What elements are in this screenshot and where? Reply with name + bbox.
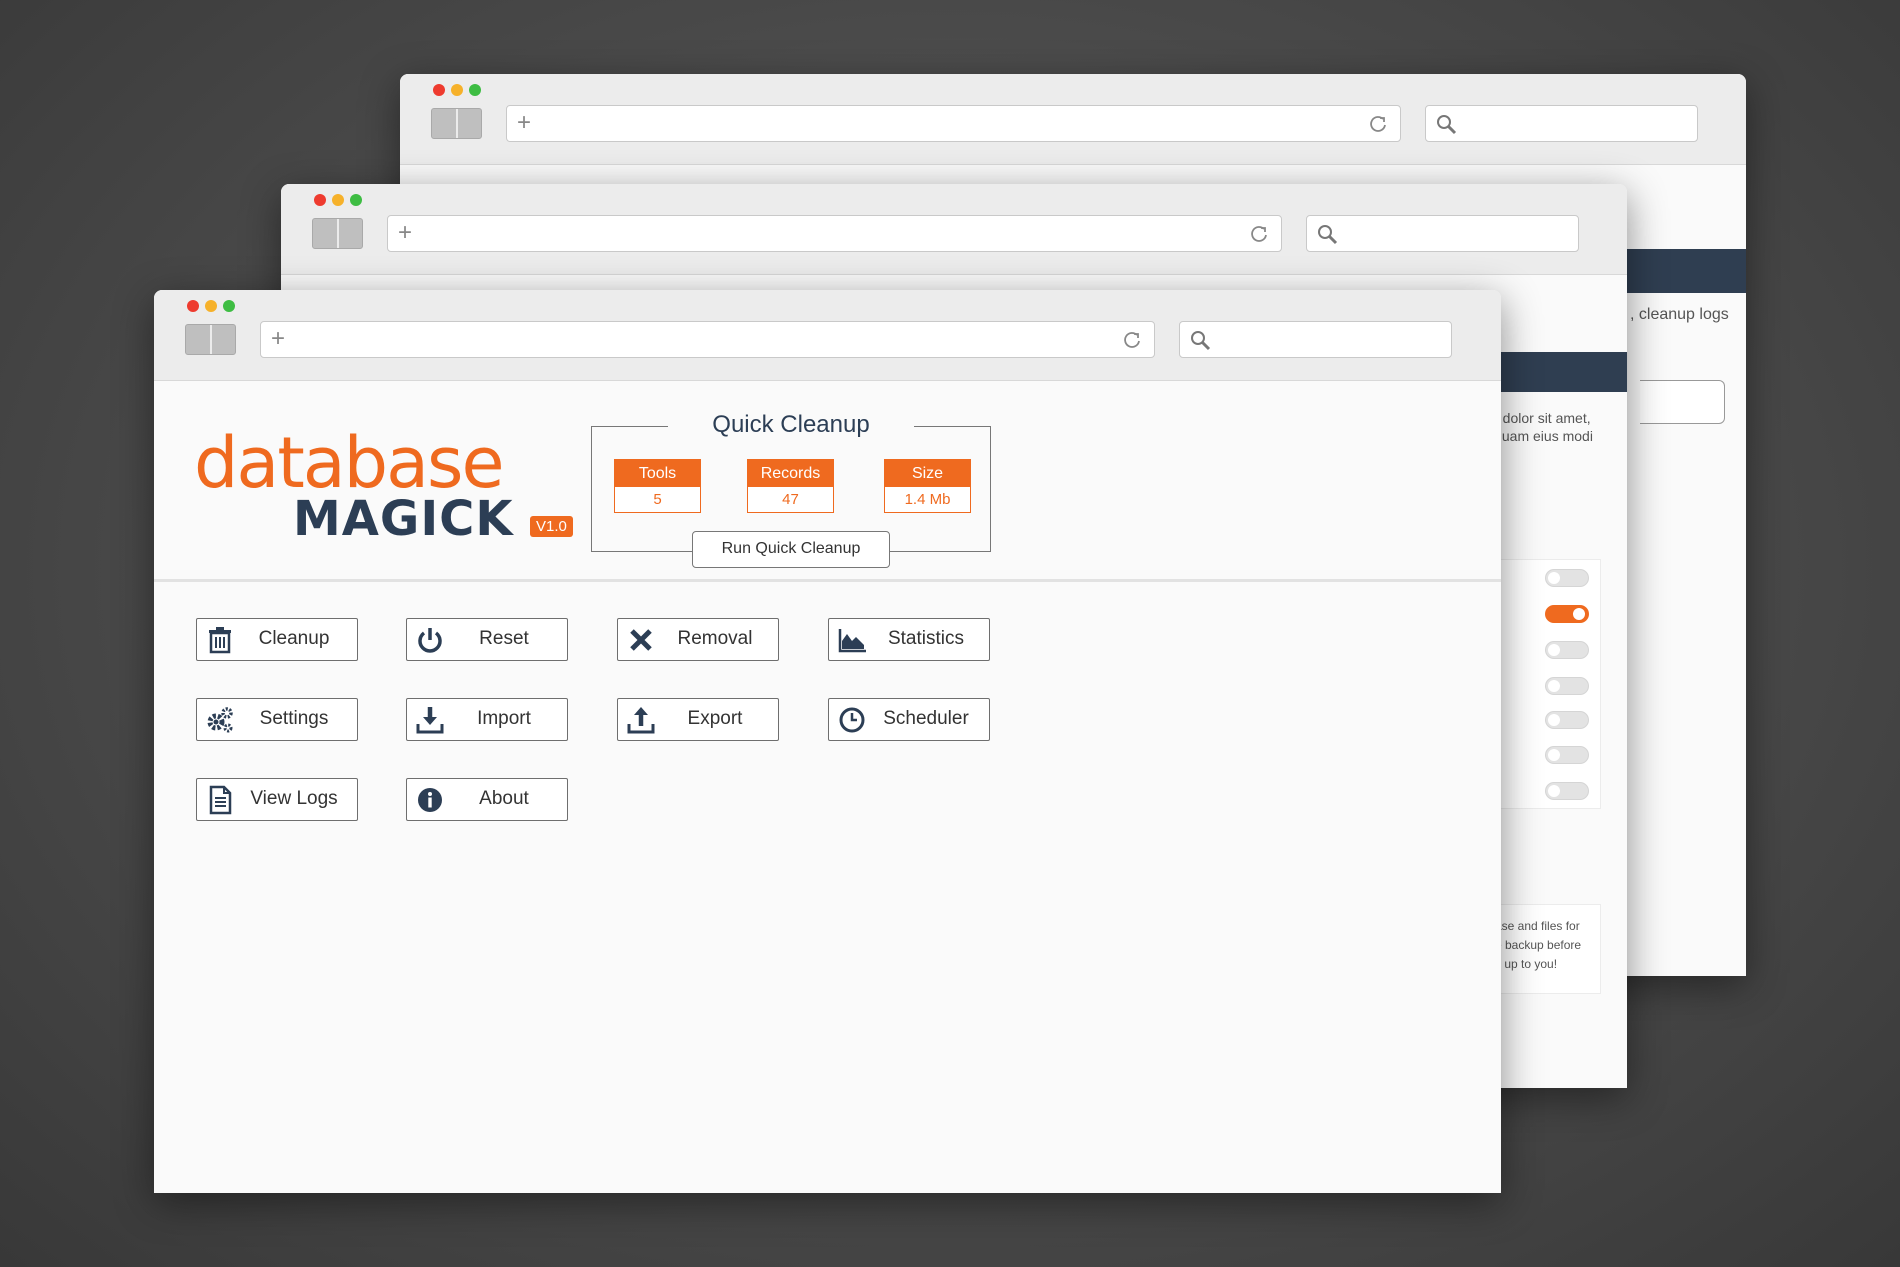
- toggle-switch[interactable]: [1545, 782, 1589, 800]
- stat-tools: Tools 5: [614, 459, 701, 513]
- stat-label: Tools: [615, 460, 700, 487]
- toggle-switch[interactable]: [1545, 677, 1589, 695]
- search-icon: [1191, 331, 1211, 351]
- logo-word-magick: MAGICK: [293, 491, 514, 547]
- download-icon: [416, 707, 444, 734]
- maximize-dot[interactable]: [350, 194, 362, 206]
- new-tab-icon[interactable]: +: [398, 220, 412, 246]
- button-label: Reset: [479, 628, 529, 649]
- scheduler-button[interactable]: Scheduler: [828, 698, 990, 741]
- button-label: Settings: [259, 708, 329, 729]
- gears-icon: [207, 707, 233, 733]
- partial-text: a dolor sit amet,: [1491, 410, 1591, 426]
- maximize-dot[interactable]: [469, 84, 481, 96]
- toggle-switch[interactable]: [1545, 569, 1589, 587]
- search-field[interactable]: [1179, 321, 1452, 358]
- app-content: database MAGICK V1.0 Quick Cleanup Tools…: [154, 381, 1501, 1193]
- browser-toolbar: +: [281, 184, 1627, 275]
- stat-records: Records 47: [747, 459, 834, 513]
- stat-label: Records: [748, 460, 833, 487]
- sidebar-toggle-button[interactable]: [431, 108, 482, 139]
- sidebar-toggle-button[interactable]: [312, 218, 363, 249]
- partial-text: , cleanup logs: [1630, 306, 1729, 323]
- maximize-dot[interactable]: [223, 300, 235, 312]
- about-button[interactable]: About: [406, 778, 568, 821]
- partial-text: ase and files for: [1495, 919, 1580, 933]
- version-badge: V1.0: [530, 516, 573, 537]
- app-logo: database MAGICK V1.0: [194, 423, 573, 553]
- button-label: Scheduler: [883, 708, 969, 729]
- reload-icon[interactable]: [1249, 224, 1269, 244]
- minimize-dot[interactable]: [451, 84, 463, 96]
- run-quick-cleanup-button[interactable]: Run Quick Cleanup: [692, 531, 890, 568]
- reload-icon[interactable]: [1122, 330, 1142, 350]
- close-dot[interactable]: [187, 300, 199, 312]
- stat-value: 47: [748, 487, 833, 512]
- partial-text: s up to you!: [1495, 957, 1558, 971]
- new-tab-icon[interactable]: +: [271, 326, 285, 352]
- new-tab-icon[interactable]: +: [517, 110, 531, 136]
- export-button[interactable]: Export: [617, 698, 779, 741]
- clock-icon: [839, 707, 865, 733]
- trash-icon: [209, 627, 231, 654]
- button-label: View Logs: [250, 788, 338, 809]
- reset-button[interactable]: Reset: [406, 618, 568, 661]
- toggle-switch[interactable]: [1545, 711, 1589, 729]
- view-logs-button[interactable]: View Logs: [196, 778, 358, 821]
- search-icon: [1318, 225, 1338, 245]
- stat-label: Size: [885, 460, 970, 487]
- stat-value: 5: [615, 487, 700, 512]
- quick-cleanup-title: Quick Cleanup: [668, 409, 914, 441]
- x-icon: [630, 629, 652, 651]
- document-icon: [209, 785, 232, 815]
- search-icon: [1437, 115, 1457, 135]
- button-label: Removal: [677, 628, 753, 649]
- address-bar[interactable]: +: [387, 215, 1282, 252]
- address-bar[interactable]: +: [506, 105, 1401, 142]
- statistics-button[interactable]: Statistics: [828, 618, 990, 661]
- button-label: Cleanup: [258, 628, 330, 649]
- area-chart-icon: [838, 629, 866, 653]
- browser-window-main: + database MAGICK V1.0 Quick Cleanup Too…: [154, 290, 1501, 1193]
- browser-toolbar: +: [154, 290, 1501, 381]
- import-button[interactable]: Import: [406, 698, 568, 741]
- browser-toolbar: +: [400, 74, 1746, 165]
- toggle-switch[interactable]: [1545, 605, 1589, 623]
- search-field[interactable]: [1425, 105, 1698, 142]
- minimize-dot[interactable]: [332, 194, 344, 206]
- upload-icon: [627, 707, 655, 734]
- button-label: About: [479, 788, 529, 809]
- toggle-switch[interactable]: [1545, 746, 1589, 764]
- cleanup-button[interactable]: Cleanup: [196, 618, 358, 661]
- text-input[interactable]: [1640, 380, 1725, 424]
- reload-icon[interactable]: [1368, 114, 1388, 134]
- sidebar-toggle-button[interactable]: [185, 324, 236, 355]
- header-divider: [154, 579, 1501, 582]
- search-field[interactable]: [1306, 215, 1579, 252]
- removal-button[interactable]: Removal: [617, 618, 779, 661]
- settings-button[interactable]: Settings: [196, 698, 358, 741]
- minimize-dot[interactable]: [205, 300, 217, 312]
- stat-size: Size 1.4 Mb: [884, 459, 971, 513]
- partial-text: iquam eius modi: [1491, 428, 1593, 444]
- partial-text: e backup before: [1495, 938, 1582, 952]
- stat-value: 1.4 Mb: [885, 487, 970, 512]
- quick-cleanup-panel: Quick Cleanup Tools 5 Records 47 Size 1.…: [591, 409, 991, 568]
- address-bar[interactable]: +: [260, 321, 1155, 358]
- power-icon: [418, 628, 442, 653]
- close-dot[interactable]: [433, 84, 445, 96]
- button-label: Import: [477, 708, 531, 729]
- button-label: Statistics: [887, 628, 965, 649]
- button-label: Export: [687, 708, 743, 729]
- toggle-switch[interactable]: [1545, 641, 1589, 659]
- close-dot[interactable]: [314, 194, 326, 206]
- info-icon: [418, 788, 442, 812]
